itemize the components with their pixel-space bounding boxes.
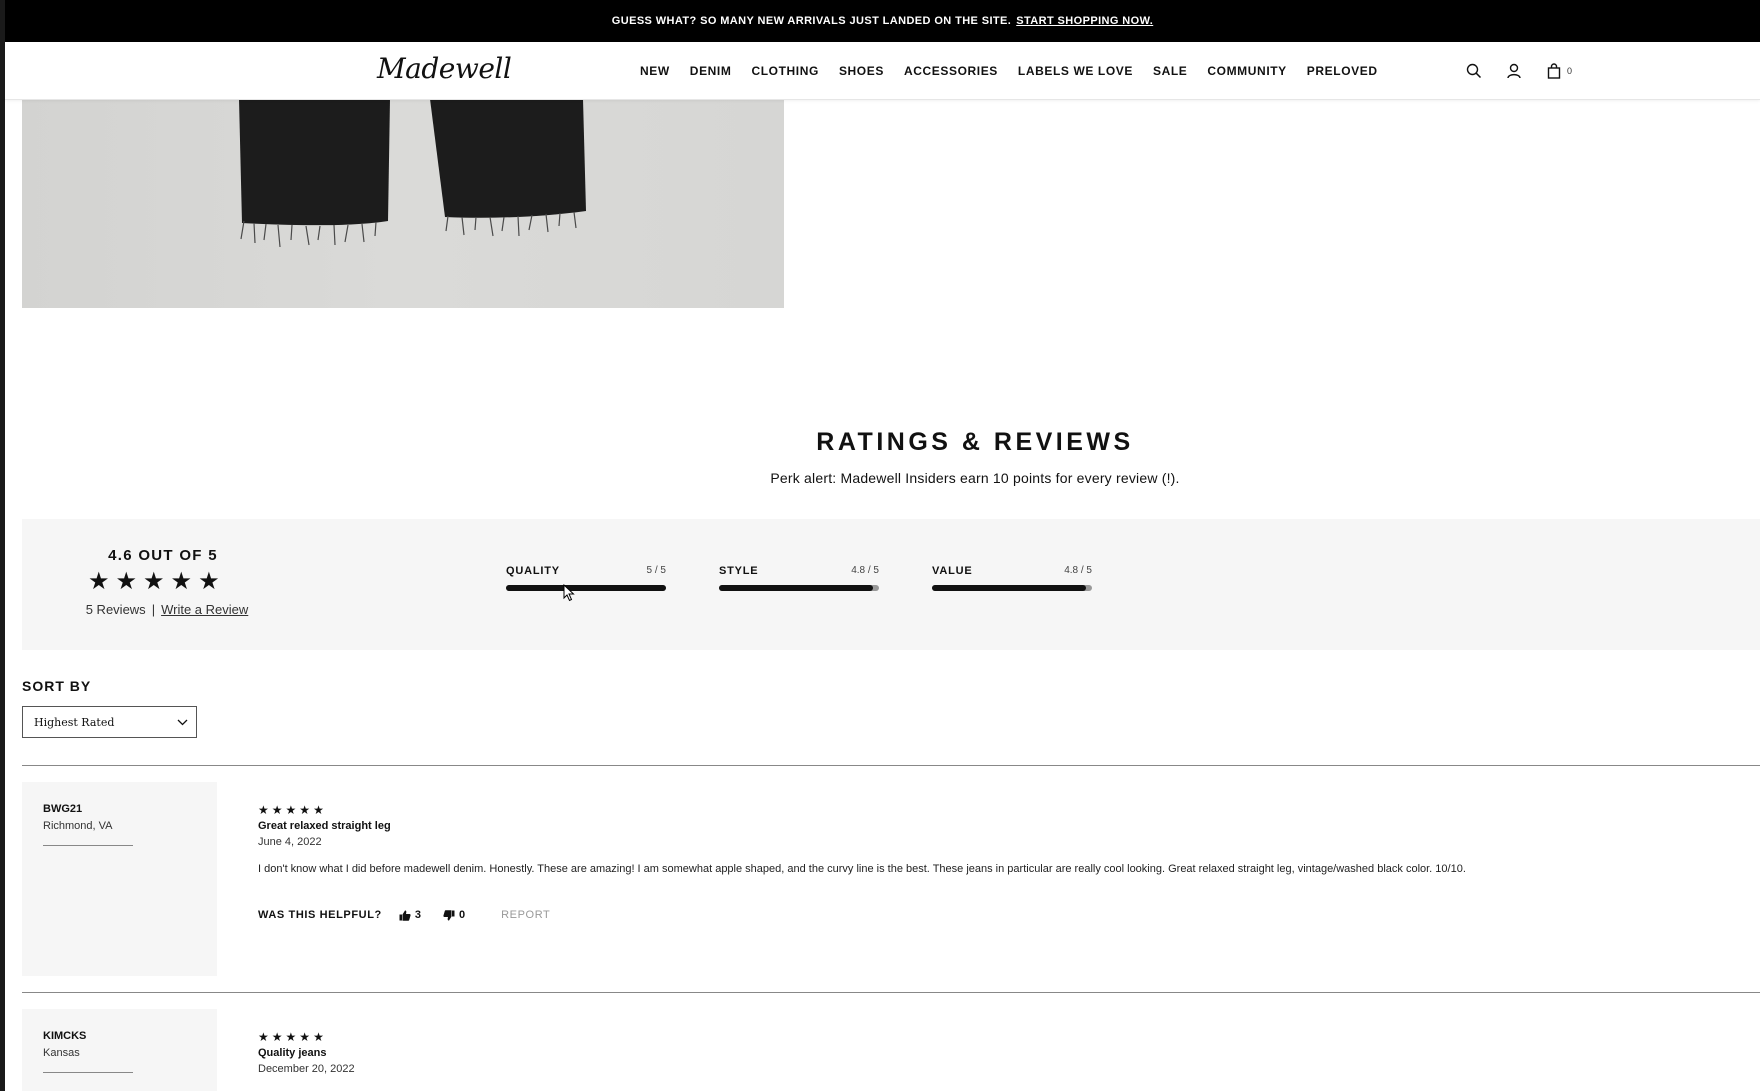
chevron-down-icon [177,719,188,725]
star-icon: ★ [271,803,283,817]
nav-accessories[interactable]: ACCESSORIES [904,64,998,78]
star-icon: ★ [143,568,165,595]
mouse-cursor-icon [563,584,575,602]
star-icon: ★ [271,1030,283,1044]
nav-clothing[interactable]: CLOTHING [751,64,818,78]
site-header: Madewell NEW DENIM CLOTHING SHOES ACCESS… [5,42,1760,100]
metric-bar-fill [932,585,1086,591]
review-title: Quality jeans [258,1047,327,1059]
review-body: I don't know what I did before madewell … [258,863,1466,875]
metric-bar-fill [719,585,873,591]
product-image[interactable] [22,99,784,308]
metric-value: 4.8 / 5 [851,565,879,576]
header-icons: 0 [1463,60,1572,82]
metric-value: 5 / 5 [646,565,666,576]
nav-new[interactable]: NEW [640,64,670,78]
report-link[interactable]: REPORT [501,909,550,921]
ratings-summary: 4.6 OUT OF 5 ★ ★ ★ ★ ★ 5 Reviews | Write a… [22,519,1760,650]
divider [22,992,1760,993]
helpful-yes-button[interactable]: 3 [399,909,421,921]
helpful-no-button[interactable]: 0 [443,909,465,921]
thumbs-down-icon [443,909,455,920]
metric-value-rating: VALUE 4.8 / 5 [932,565,1092,591]
metric-bar [506,585,666,591]
star-icon: ★ [285,803,297,817]
summary-stars: ★ ★ ★ ★ ★ [88,570,220,594]
reviewer-name: KIMCKS [43,1030,87,1042]
reviewer-location: Richmond, VA [43,820,113,832]
metric-bar [719,585,879,591]
nav-preloved[interactable]: PRELOVED [1307,64,1378,78]
window-edge [0,0,5,1091]
review-title: Great relaxed straight leg [258,820,391,832]
nav-labels-we-love[interactable]: LABELS WE LOVE [1018,64,1133,78]
bag-count: 0 [1567,66,1573,76]
sort-label: SORT BY [22,678,92,694]
sort-dropdown[interactable]: Highest Rated [22,706,197,738]
metric-bar [932,585,1092,591]
star-icon: ★ [258,803,269,817]
nav-community[interactable]: COMMUNITY [1207,64,1286,78]
metric-label: VALUE [932,565,973,577]
account-icon[interactable] [1503,60,1525,82]
review-stars: ★ ★ ★ ★ ★ [258,1031,324,1043]
metric-quality: QUALITY 5 / 5 [506,565,666,591]
review-count-line: 5 Reviews | Write a Review [22,602,312,617]
review-date: June 4, 2022 [258,836,322,848]
star-icon: ★ [313,803,324,817]
divider [22,765,1760,766]
nav-sale[interactable]: SALE [1153,64,1187,78]
metric-style: STYLE 4.8 / 5 [719,565,879,591]
star-icon: ★ [313,1030,324,1044]
reviews-title: RATINGS & REVIEWS [816,428,1134,456]
madewell-logo[interactable]: Madewell [377,52,512,85]
bag-button[interactable]: 0 [1543,60,1572,82]
metric-label: QUALITY [506,565,560,577]
promo-banner: GUESS WHAT? SO MANY NEW ARRIVALS JUST LA… [5,0,1760,42]
review-date: December 20, 2022 [258,1063,355,1075]
helpful-yes-count: 3 [414,909,421,921]
write-review-link[interactable]: Write a Review [161,602,248,617]
star-icon: ★ [299,803,311,817]
average-rating: 4.6 OUT OF 5 [108,547,218,564]
star-icon: ★ [258,1030,269,1044]
star-icon: ★ [88,568,110,595]
metric-label: STYLE [719,565,759,577]
nav-shoes[interactable]: SHOES [839,64,884,78]
star-icon: ★ [170,568,193,595]
helpful-no-count: 0 [459,909,466,921]
bag-icon [1543,60,1565,82]
helpful-label: WAS THIS HELPFUL? [258,909,382,921]
metric-bar-fill [506,585,666,591]
helpful-row: WAS THIS HELPFUL? 3 0 REPORT [258,909,550,921]
reviewer-divider [43,845,133,846]
star-icon: ★ [115,568,138,595]
perk-alert: Perk alert: Madewell Insiders earn 10 po… [770,470,1180,486]
sort-selected: Highest Rated [34,715,115,729]
review-stars: ★ ★ ★ ★ ★ [258,804,324,816]
review-count: 5 Reviews [85,602,146,617]
metric-value: 4.8 / 5 [1064,565,1092,576]
search-icon[interactable] [1463,60,1485,82]
reviewer-location: Kansas [43,1047,80,1059]
promo-text: GUESS WHAT? SO MANY NEW ARRIVALS JUST LA… [611,15,1012,27]
star-icon: ★ [285,1030,297,1044]
main-nav: NEW DENIM CLOTHING SHOES ACCESSORIES LAB… [640,42,1398,99]
separator: | [151,602,156,617]
reviewer-name: BWG21 [43,803,83,815]
jeans-photo [22,99,784,308]
promo-link[interactable]: START SHOPPING NOW. [1016,15,1153,27]
star-icon: ★ [299,1030,311,1044]
thumbs-up-icon [399,910,411,921]
star-icon: ★ [198,568,220,595]
reviewer-divider [43,1072,133,1073]
nav-denim[interactable]: DENIM [690,64,732,78]
